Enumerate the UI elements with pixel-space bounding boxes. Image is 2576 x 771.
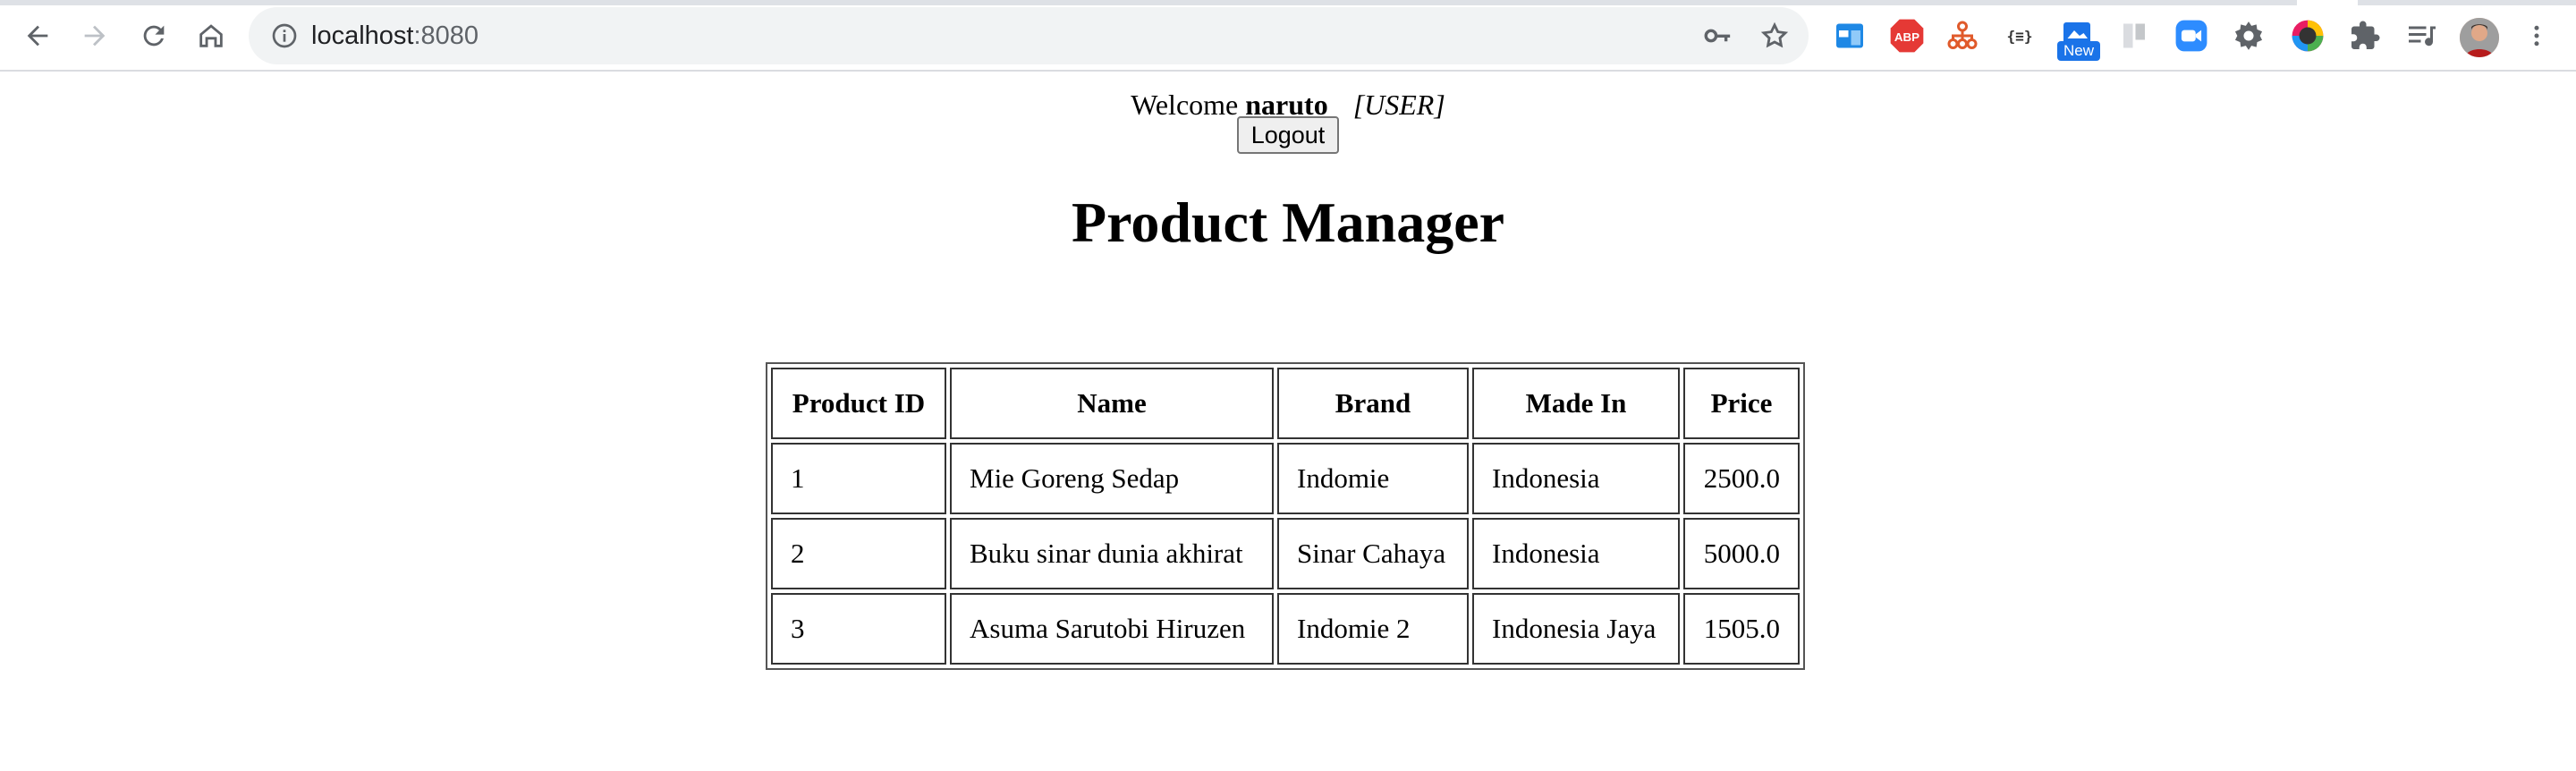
cell-brand: Sinar Cahaya xyxy=(1277,518,1469,589)
user-role: [USER] xyxy=(1352,89,1445,121)
arrow-left-icon xyxy=(27,25,48,47)
home-icon xyxy=(199,24,223,47)
product-table-wrapper: Product ID Name Brand Made In Price 1 Mi… xyxy=(766,362,1805,670)
table-row: 1 Mie Goreng Sedap Indomie Indonesia 250… xyxy=(771,443,1800,514)
cell-price: 1505.0 xyxy=(1683,593,1800,665)
zoom-extension-icon[interactable] xyxy=(2172,16,2211,55)
json-formatter-icon[interactable]: {≡} xyxy=(2000,16,2039,55)
screenshot-extension-icon[interactable]: New xyxy=(2057,16,2100,61)
tab-strip-edge xyxy=(0,0,2297,5)
url-text[interactable]: localhost:8080 xyxy=(311,7,479,64)
page-content: Welcome naruto [USER] Logout Product Man… xyxy=(0,73,2576,771)
cell-brand: Indomie xyxy=(1277,443,1469,514)
column-header-price: Price xyxy=(1683,368,1800,439)
column-header-product-id: Product ID xyxy=(771,368,946,439)
welcome-label: Welcome xyxy=(1131,89,1239,121)
info-icon[interactable] xyxy=(270,21,299,50)
column-header-brand: Brand xyxy=(1277,368,1469,439)
home-button[interactable] xyxy=(186,11,236,61)
cell-product-id: 3 xyxy=(771,593,946,665)
profile-avatar[interactable] xyxy=(2460,18,2499,57)
tab-strip-edge-right xyxy=(2358,0,2576,5)
more-vert-icon xyxy=(2534,25,2539,47)
menu-button[interactable] xyxy=(2512,11,2562,61)
table-row: 3 Asuma Sarutobi Hiruzen Indomie 2 Indon… xyxy=(771,593,1800,665)
table-header-row: Product ID Name Brand Made In Price xyxy=(771,368,1800,439)
sitemap-extension-icon[interactable] xyxy=(1943,16,1982,55)
back-button[interactable] xyxy=(13,11,63,61)
cell-name: Mie Goreng Sedap xyxy=(950,443,1274,514)
cell-price: 5000.0 xyxy=(1683,518,1800,589)
cell-made-in: Indonesia xyxy=(1472,518,1680,589)
cell-made-in: Indonesia Jaya xyxy=(1472,593,1680,665)
grey-extension-icon[interactable] xyxy=(2114,16,2154,55)
cell-price: 2500.0 xyxy=(1683,443,1800,514)
cell-name: Asuma Sarutobi Hiruzen xyxy=(950,593,1274,665)
column-header-name: Name xyxy=(950,368,1274,439)
extensions-puzzle-icon[interactable] xyxy=(2345,16,2385,55)
reading-list-icon[interactable] xyxy=(2402,16,2442,55)
bookmark-star-icon[interactable] xyxy=(1757,18,1792,54)
key-icon[interactable] xyxy=(1699,18,1735,54)
extension-window-icon[interactable] xyxy=(1830,16,1869,55)
address-bar[interactable]: localhost:8080 xyxy=(249,7,1809,64)
adblock-plus-icon[interactable]: ABP xyxy=(1887,16,1927,55)
color-picker-icon[interactable] xyxy=(2288,16,2327,55)
cell-product-id: 2 xyxy=(771,518,946,589)
arrow-right-icon xyxy=(84,25,106,47)
reload-icon xyxy=(143,25,165,47)
logout-button[interactable]: Logout xyxy=(1237,116,1339,154)
cell-brand: Indomie 2 xyxy=(1277,593,1469,665)
svg-text:{≡}: {≡} xyxy=(2006,28,2032,45)
cell-made-in: Indonesia xyxy=(1472,443,1680,514)
new-badge: New xyxy=(2057,41,2100,61)
reload-button[interactable] xyxy=(129,11,179,61)
cell-name: Buku sinar dunia akhirat xyxy=(950,518,1274,589)
svg-text:ABP: ABP xyxy=(1894,30,1919,44)
table-row: 2 Buku sinar dunia akhirat Sinar Cahaya … xyxy=(771,518,1800,589)
gear-extension-icon[interactable] xyxy=(2229,16,2268,55)
page-title: Product Manager xyxy=(1071,191,1505,254)
forward-button[interactable] xyxy=(70,11,120,61)
cell-product-id: 1 xyxy=(771,443,946,514)
product-table: Product ID Name Brand Made In Price 1 Mi… xyxy=(766,362,1805,670)
browser-toolbar: localhost:8080 ABP {≡} New xyxy=(0,0,2576,72)
column-header-made-in: Made In xyxy=(1472,368,1680,439)
